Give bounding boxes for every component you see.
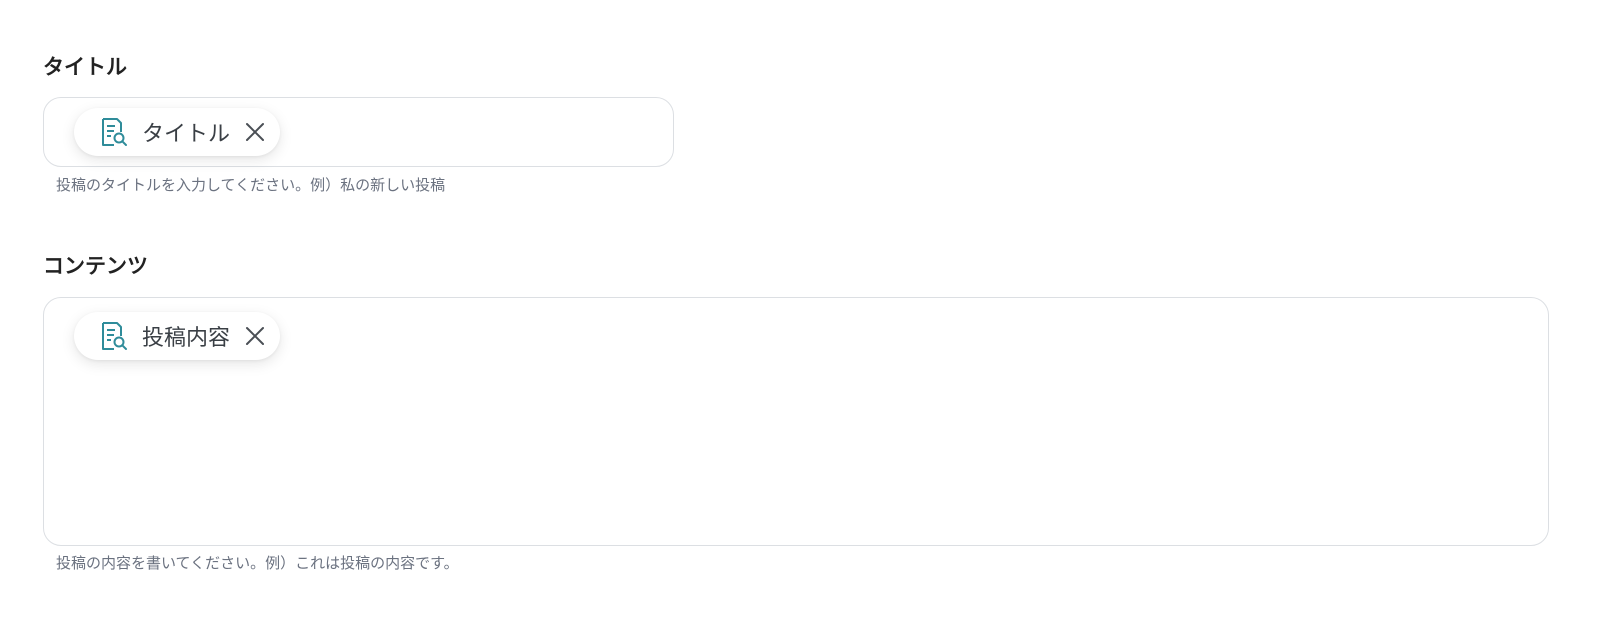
content-chip-label: 投稿内容 bbox=[142, 326, 231, 351]
title-chip-label: タイトル bbox=[142, 122, 231, 147]
title-field[interactable]: タイトル bbox=[43, 97, 674, 167]
title-help-text: 投稿のタイトルを入力してください。例）私の新しい投稿 bbox=[56, 176, 446, 194]
content-label: コンテンツ bbox=[43, 254, 148, 278]
title-variable-chip[interactable]: タイトル bbox=[74, 108, 281, 156]
remove-content-chip-close-icon[interactable] bbox=[244, 325, 266, 347]
title-label: タイトル bbox=[43, 55, 127, 79]
content-field[interactable]: 投稿内容 bbox=[43, 297, 1549, 546]
content-variable-chip[interactable]: 投稿内容 bbox=[74, 312, 281, 360]
document-search-icon bbox=[100, 321, 128, 351]
content-help-text: 投稿の内容を書いてください。例）これは投稿の内容です。 bbox=[56, 554, 459, 572]
form-page: タイトル タイトル 投稿のタイトルを入力してください。例）私の新しい投稿 コンテ… bbox=[0, 0, 1600, 620]
remove-title-chip-close-icon[interactable] bbox=[244, 121, 266, 143]
document-search-icon bbox=[100, 117, 128, 147]
